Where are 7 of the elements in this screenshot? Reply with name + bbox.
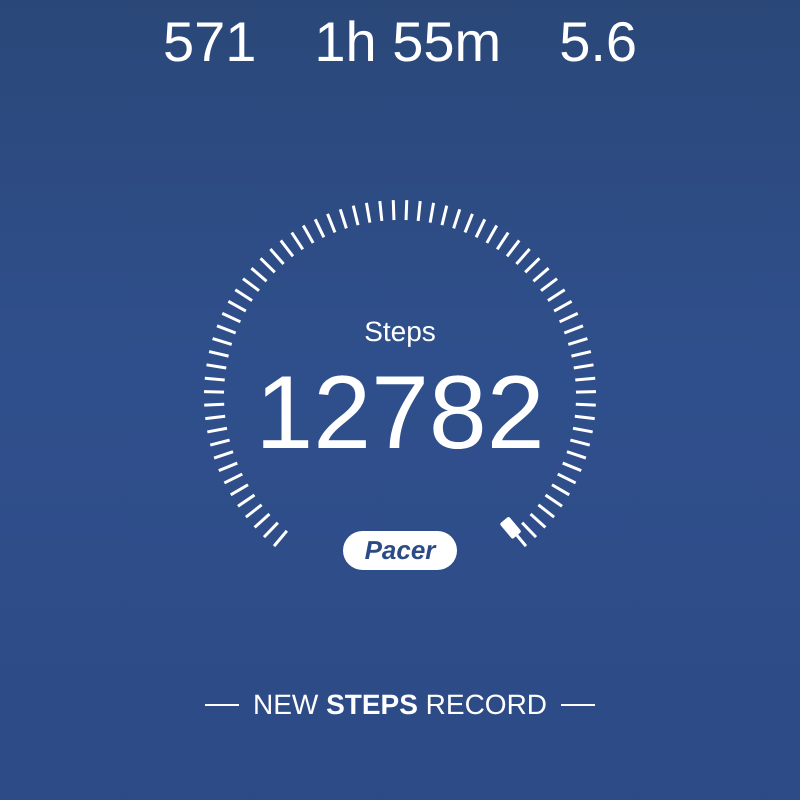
stat-value: 5.6 — [559, 14, 638, 70]
stat-value: 1h 55m — [314, 14, 502, 70]
stat-value: 571 — [162, 14, 256, 70]
logo-badge: Pacer — [342, 531, 458, 570]
gauge-label: Steps — [363, 316, 437, 348]
step-count: 12782 — [254, 356, 546, 470]
record-text: NEW STEPS RECORD — [252, 689, 548, 721]
